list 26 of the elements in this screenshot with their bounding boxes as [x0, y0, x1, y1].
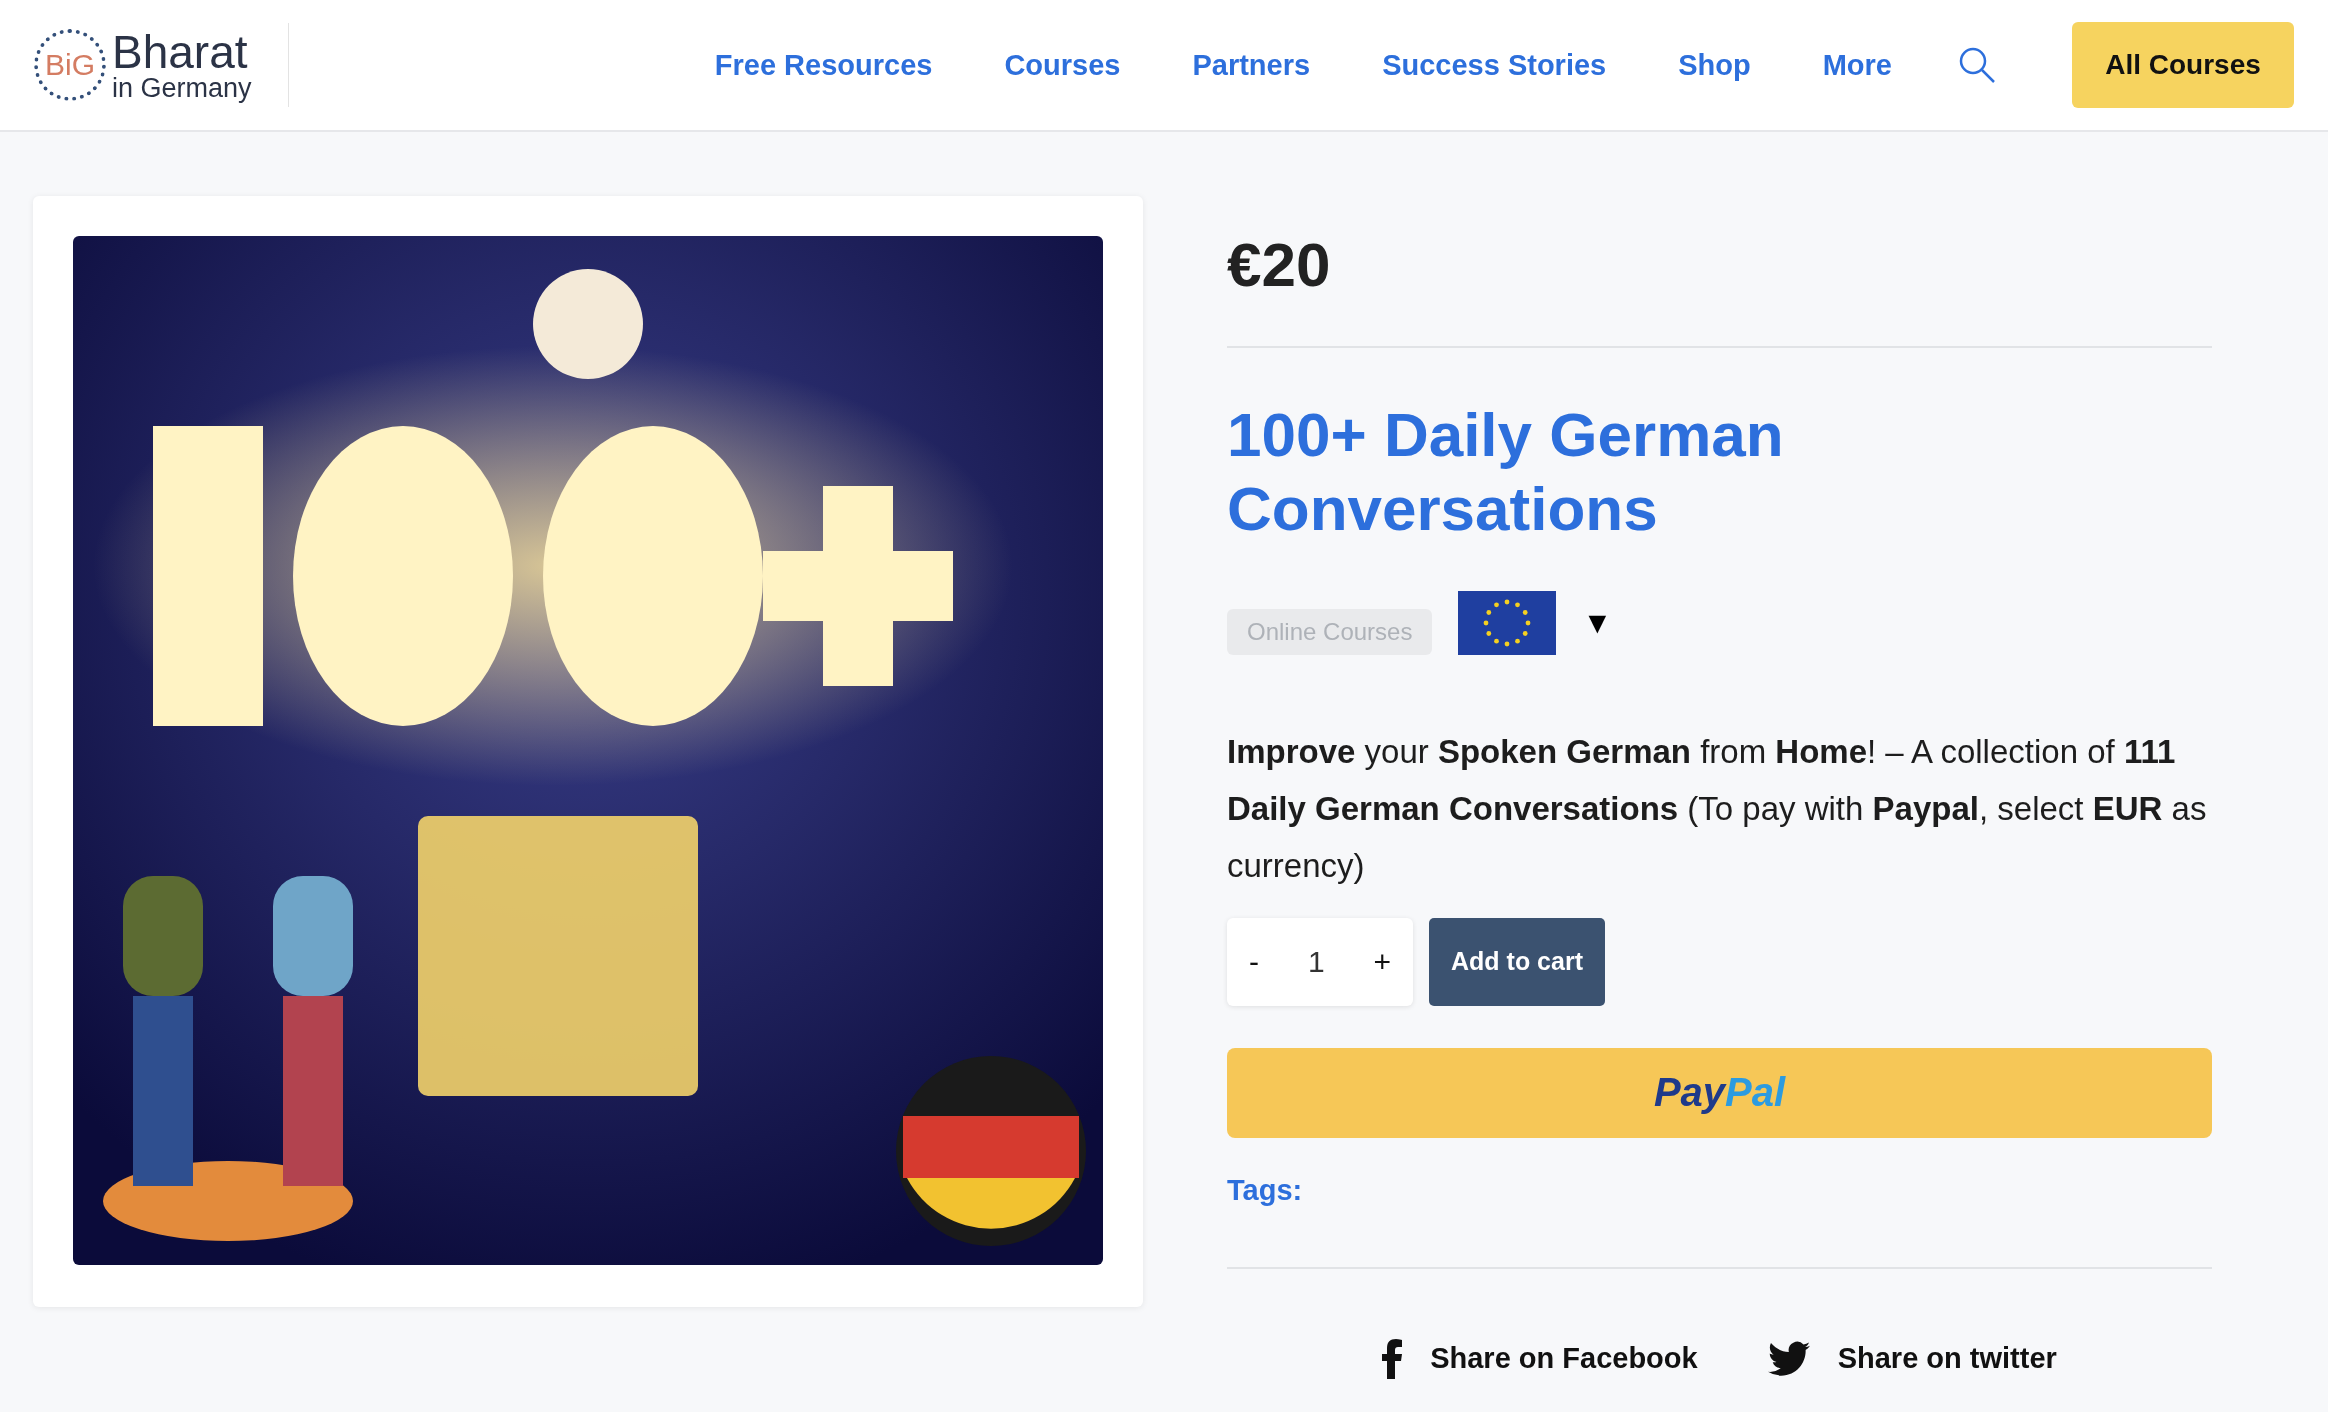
- nav-link[interactable]: Success Stories: [1382, 48, 1607, 82]
- paypal-button[interactable]: PayPal: [1227, 1047, 2212, 1138]
- product-description: Improve your Spoken German from Home! – A collection of 111 Daily German Conversations (To pay with Paypal, select EUR as currency): [1227, 731, 2208, 886]
- nav-link[interactable]: More: [1822, 48, 1892, 82]
- product-title: 100+ Daily German Conversations: [1227, 399, 1785, 546]
- currency-selector[interactable]: ▼: [1458, 590, 1613, 655]
- share-link[interactable]: Share on twitter: [1837, 1342, 2057, 1376]
- decrease-button[interactable]: -: [1245, 940, 1263, 983]
- all-courses-button[interactable]: All Courses: [2072, 22, 2294, 108]
- price: €20: [1227, 234, 1332, 296]
- twitter-icon: [1767, 1340, 1810, 1377]
- increase-button[interactable]: +: [1369, 940, 1395, 983]
- search-icon[interactable]: [1958, 46, 1996, 84]
- quantity-value[interactable]: 1: [1307, 944, 1325, 979]
- tags-label: Tags:: [1227, 1173, 1304, 1207]
- nav-link[interactable]: Shop: [1678, 48, 1751, 82]
- quantity-stepper[interactable]: - 1 +: [1227, 917, 1413, 1006]
- logo-subtitle: in Germany: [112, 74, 252, 102]
- nav-link[interactable]: Partners: [1192, 48, 1311, 82]
- eu-flag-icon: [1458, 590, 1557, 655]
- add-to-cart-button[interactable]: Add to cart: [1429, 917, 1605, 1006]
- nav-link[interactable]: Free Resources: [714, 48, 933, 82]
- share-link[interactable]: Share on Facebook: [1430, 1342, 1698, 1376]
- logo-name[interactable]: Bharat: [112, 28, 252, 75]
- nav-link[interactable]: Courses: [1004, 48, 1121, 82]
- facebook-icon: [1382, 1338, 1403, 1379]
